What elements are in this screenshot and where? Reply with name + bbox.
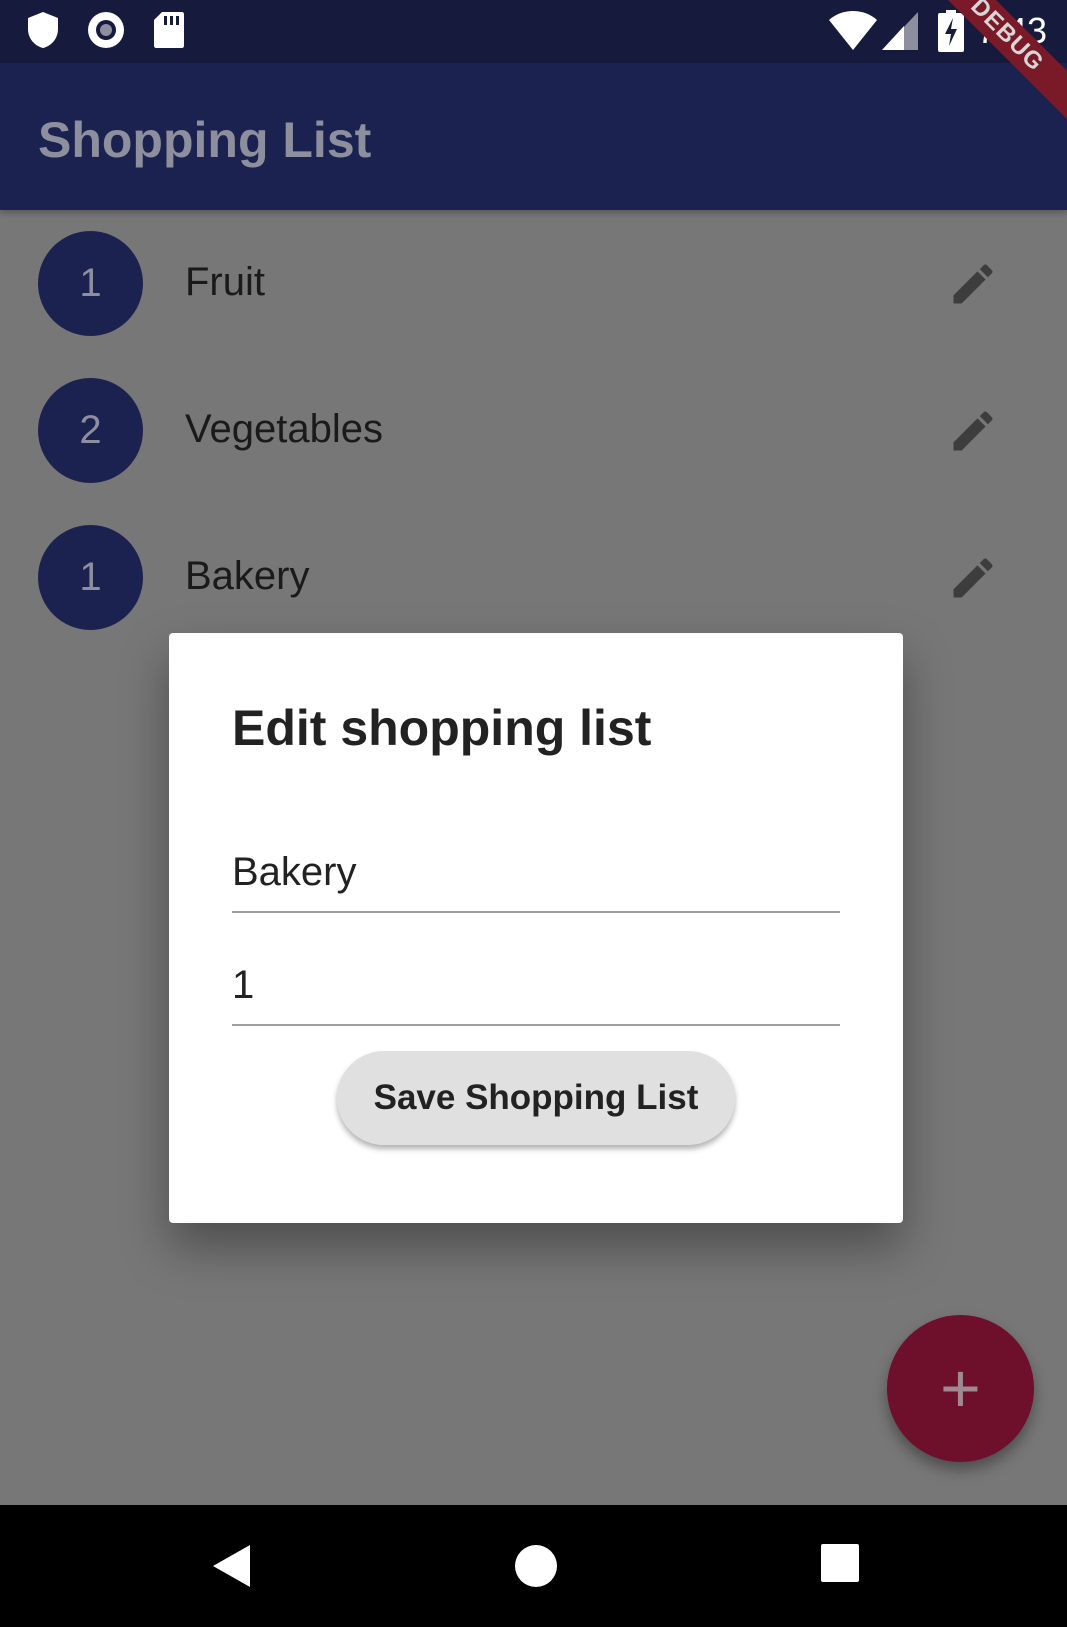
- wifi-icon: [829, 11, 877, 50]
- list-item[interactable]: 2 Vegetables: [0, 357, 1067, 504]
- navigation-bar: [0, 1505, 1067, 1627]
- back-icon[interactable]: [210, 1543, 254, 1589]
- list-item-name: Bakery: [185, 554, 310, 598]
- add-list-button[interactable]: +: [887, 1315, 1034, 1462]
- list-item-name: Fruit: [185, 260, 265, 304]
- edit-icon[interactable]: [947, 405, 999, 457]
- page-title: Shopping List: [38, 112, 372, 168]
- dialog-title: Edit shopping list: [232, 700, 652, 756]
- priority-badge: 1: [38, 525, 143, 630]
- priority-field[interactable]: [232, 946, 840, 1026]
- list-name-field[interactable]: [232, 833, 840, 913]
- priority-badge: 1: [38, 231, 143, 336]
- list-item-name: Vegetables: [185, 407, 383, 451]
- list-item[interactable]: 1 Bakery: [0, 504, 1067, 651]
- shopping-lists: 1 Fruit 2 Vegetables 1 Bakery: [0, 210, 1067, 651]
- priority-badge: 2: [38, 378, 143, 483]
- edit-icon[interactable]: [947, 258, 999, 310]
- home-icon[interactable]: [513, 1543, 559, 1589]
- save-button[interactable]: Save Shopping List: [337, 1051, 735, 1145]
- signal-icon: [882, 12, 918, 50]
- app-bar: Shopping List: [0, 63, 1067, 210]
- sd-card-icon: [154, 12, 184, 48]
- battery-charging-icon: [938, 10, 964, 52]
- edit-dialog: Edit shopping list Save Shopping List: [169, 633, 903, 1223]
- list-item[interactable]: 1 Fruit: [0, 210, 1067, 357]
- edit-icon[interactable]: [947, 552, 999, 604]
- shield-icon: [28, 12, 58, 48]
- status-bar: 7:43: [0, 0, 1067, 63]
- recents-icon[interactable]: [820, 1543, 860, 1583]
- record-icon: [88, 12, 124, 48]
